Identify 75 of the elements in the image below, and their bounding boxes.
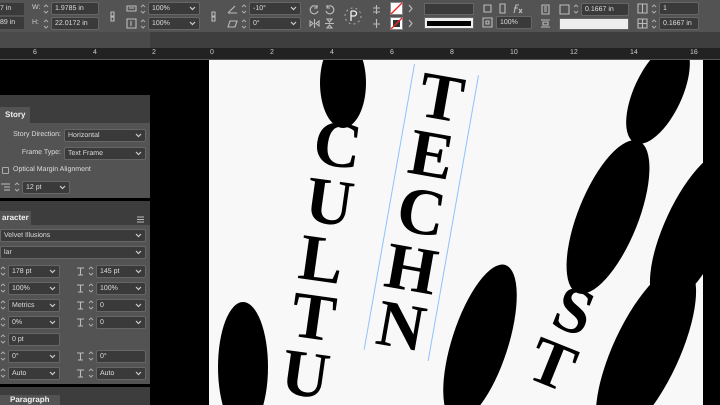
chevron-down-icon	[290, 21, 297, 26]
type-setting-icon[interactable]	[75, 368, 86, 379]
type-setting-icon[interactable]	[75, 300, 86, 311]
columns-icon[interactable]	[637, 3, 648, 14]
spinner-arrows-icon[interactable]	[0, 299, 6, 312]
type-setting-icon[interactable]	[75, 266, 86, 277]
stroke-swatch-icon[interactable]	[390, 17, 403, 30]
panel-tab[interactable]: Paragraph	[0, 395, 60, 405]
spinner-arrows-icon[interactable]	[573, 3, 579, 15]
checkbox[interactable]	[2, 166, 9, 174]
spinner-arrows-icon[interactable]	[43, 2, 49, 14]
shear-icon[interactable]	[227, 18, 238, 29]
spinner-arrows-icon[interactable]	[140, 2, 146, 14]
panel-tab[interactable]: aracter	[0, 210, 31, 225]
spinner-arrows-icon[interactable]	[0, 282, 6, 294]
spinner-arrows-icon[interactable]	[0, 367, 6, 380]
chevron-down-icon	[135, 232, 142, 238]
spinner-arrows-icon[interactable]	[651, 2, 657, 14]
spinner-arrows-icon[interactable]	[241, 2, 247, 14]
spinner-arrows-icon[interactable]	[88, 316, 94, 328]
spinner-arrows-icon[interactable]	[0, 316, 6, 328]
chevron-down-icon	[135, 250, 142, 255]
flip-vertical-icon[interactable]	[324, 18, 335, 28]
chevron-down-icon	[59, 184, 66, 190]
rotate-clockwise-icon[interactable]	[309, 4, 320, 14]
spinner-arrows-icon[interactable]	[0, 333, 6, 346]
chevron-down-icon	[49, 302, 56, 308]
type-setting-icon[interactable]	[75, 282, 86, 294]
rotate-counterclockwise-icon[interactable]	[324, 4, 335, 14]
fx-icon[interactable]	[512, 3, 523, 14]
chevron-down-icon	[135, 302, 142, 308]
chevron-down-icon	[135, 286, 142, 291]
panel-menu-icon[interactable]	[135, 214, 146, 225]
chevron-down-icon	[135, 133, 142, 138]
chevron-down-icon	[290, 6, 297, 11]
chevron-down-icon	[49, 370, 56, 376]
chevron-down-icon	[189, 6, 196, 11]
spinner-arrows-icon[interactable]	[88, 265, 94, 278]
chevron-down-icon	[49, 268, 56, 274]
inset-icon[interactable]	[559, 4, 570, 14]
opacity-icon[interactable]	[482, 17, 493, 28]
gutter-icon[interactable]	[637, 18, 648, 29]
spinner-arrows-icon[interactable]	[88, 282, 94, 294]
chevron-down-icon	[135, 320, 142, 325]
spinner-arrows-icon[interactable]	[88, 350, 94, 362]
type-setting-icon[interactable]	[75, 350, 86, 362]
frame-fit-icon[interactable]	[482, 3, 493, 14]
chevron-down-icon	[135, 151, 142, 156]
reference-point-icon[interactable]	[343, 6, 363, 26]
spinner-arrows-icon[interactable]	[43, 18, 49, 30]
spinner-arrows-icon[interactable]	[651, 18, 657, 30]
spinner-arrows-icon[interactable]	[88, 299, 94, 312]
chevron-down-icon	[49, 320, 56, 325]
spinner-arrows-icon[interactable]	[14, 181, 20, 193]
spinner-arrows-icon[interactable]	[88, 367, 94, 380]
flip-horizontal-icon[interactable]	[309, 18, 320, 28]
chevron-down-icon	[135, 268, 142, 274]
type-setting-icon[interactable]	[75, 316, 86, 328]
spinner-arrows-icon[interactable]	[140, 18, 146, 30]
spinner-arrows-icon[interactable]	[241, 18, 247, 30]
stroke-type-dropdown[interactable]	[424, 17, 474, 29]
scale-x-icon[interactable]	[126, 3, 137, 14]
stroke-weight-field[interactable]	[424, 3, 474, 15]
chevron-down-icon	[135, 370, 142, 376]
style-dropdown[interactable]	[559, 18, 629, 30]
angle-icon[interactable]	[227, 3, 238, 14]
scale-y-icon[interactable]	[126, 18, 137, 29]
chevron-down-icon	[189, 21, 196, 26]
panel-tab[interactable]: Story	[0, 107, 30, 123]
frame-icon[interactable]	[497, 3, 508, 14]
chevron-down-icon	[49, 286, 56, 291]
spinner-arrows-icon[interactable]	[0, 265, 6, 278]
chevron-down-icon	[49, 354, 56, 359]
spinner-arrows-icon[interactable]	[0, 350, 6, 362]
fill-swatch-icon[interactable]	[390, 2, 403, 15]
